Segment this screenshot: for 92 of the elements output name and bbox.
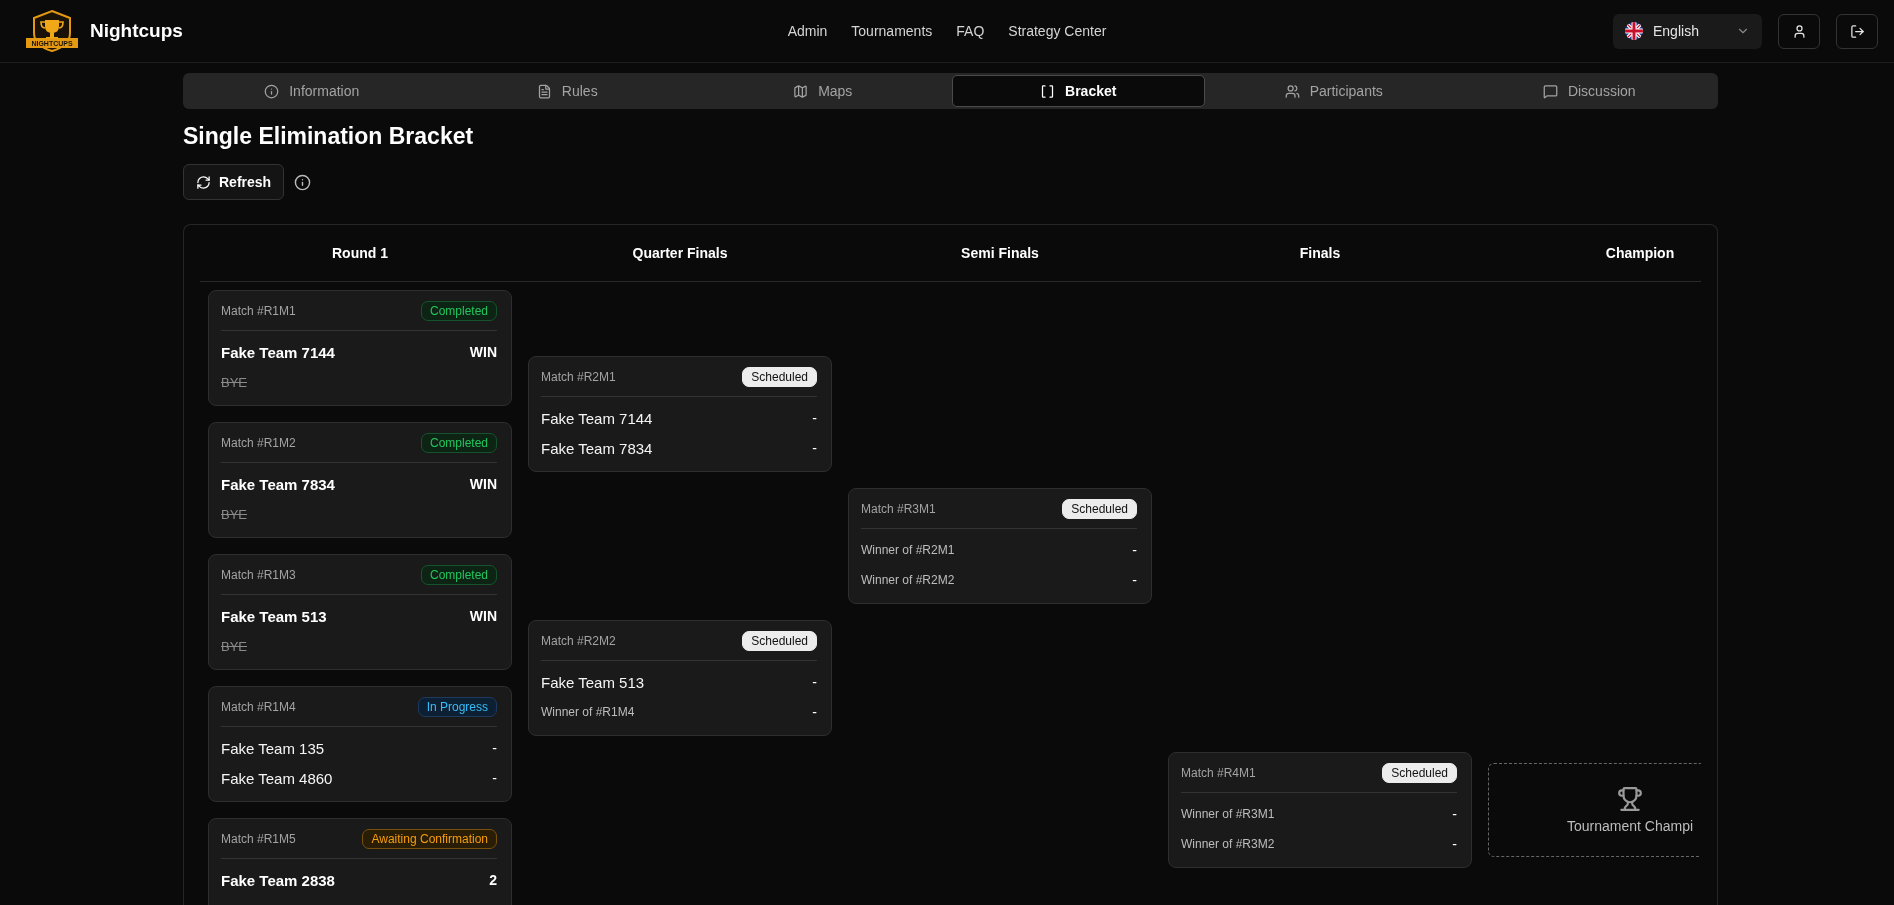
team-score: - bbox=[812, 410, 817, 426]
tab[interactable]: Bracket bbox=[951, 75, 1205, 107]
match-id: Match #R2M1 bbox=[541, 369, 616, 384]
status-badge: Scheduled bbox=[1382, 762, 1457, 783]
match-card[interactable]: Match #R2M2 Scheduled Fake Team 513 - Winner of #R1M4 - bbox=[528, 620, 832, 736]
match-card[interactable]: Match #R2M1 Scheduled Fake Team 7144 - Fake Team 7834 - bbox=[528, 356, 832, 472]
tab[interactable]: Maps bbox=[696, 75, 950, 107]
status-badge: Scheduled bbox=[742, 630, 817, 651]
team-score: WIN bbox=[469, 344, 497, 360]
team-name: BYE bbox=[221, 374, 247, 390]
team-score: - bbox=[812, 704, 817, 720]
team-name: Fake Team 513 bbox=[221, 607, 327, 625]
status-badge: Scheduled bbox=[1062, 498, 1137, 519]
champion-label: Tournament Champi bbox=[1567, 818, 1694, 834]
language-select[interactable]: English bbox=[1613, 13, 1762, 49]
match-card[interactable]: Match #R1M2 Completed Fake Team 7834 WIN BYE bbox=[208, 422, 512, 538]
tab[interactable]: Discussion bbox=[1462, 75, 1716, 107]
nav-link[interactable]: Admin bbox=[787, 23, 828, 39]
team-score: 2 bbox=[489, 872, 497, 888]
team-score: - bbox=[1452, 836, 1457, 852]
match-id: Match #R2M2 bbox=[541, 633, 616, 648]
team-name: Fake Team 7834 bbox=[541, 439, 653, 457]
match-card[interactable]: Match #R3M1 Scheduled Winner of #R2M1 - Winner of #R2M2 - bbox=[848, 488, 1152, 604]
team-name: Winner of #R2M1 bbox=[861, 543, 955, 557]
match-id: Match #R1M5 bbox=[221, 831, 296, 846]
team-name: BYE bbox=[221, 506, 247, 522]
team-score: - bbox=[812, 674, 817, 690]
page-title: Single Elimination Bracket bbox=[183, 123, 475, 150]
match-id: Match #R3M1 bbox=[861, 501, 936, 516]
profile-button[interactable] bbox=[1778, 13, 1820, 49]
team-score: - bbox=[492, 770, 497, 786]
team-name: Fake Team 7144 bbox=[541, 409, 653, 427]
team-name: Winner of #R1M4 bbox=[541, 705, 635, 719]
team-name: Winner of #R3M2 bbox=[1181, 837, 1275, 851]
round-heading: Round 1 bbox=[332, 245, 388, 261]
match-card[interactable]: Match #R1M3 Completed Fake Team 513 WIN BYE bbox=[208, 554, 512, 670]
team-score: WIN bbox=[469, 608, 497, 624]
nav-link[interactable]: FAQ bbox=[956, 23, 985, 39]
nav-link[interactable]: Tournaments bbox=[851, 23, 933, 39]
logout-icon bbox=[1849, 23, 1865, 39]
match-card[interactable]: Match #R1M4 In Progress Fake Team 135 - Fake Team 4860 - bbox=[208, 686, 512, 802]
team-score: - bbox=[1132, 572, 1137, 588]
brackets-icon bbox=[1040, 83, 1056, 99]
team-name: Winner of #R2M2 bbox=[861, 573, 955, 587]
status-badge: Completed bbox=[420, 564, 497, 585]
team-name: BYE bbox=[221, 638, 247, 654]
team-score: - bbox=[812, 440, 817, 456]
match-card[interactable]: Match #R4M1 Scheduled Winner of #R3M1 - Winner of #R3M2 - bbox=[1168, 752, 1472, 868]
team-score: - bbox=[492, 740, 497, 756]
team-name: Fake Team 513 bbox=[541, 673, 645, 691]
team-score: - bbox=[1132, 542, 1137, 558]
match-id: Match #R1M4 bbox=[221, 699, 296, 714]
users-icon bbox=[1284, 83, 1300, 99]
trophy-icon bbox=[1617, 786, 1644, 812]
round-heading: Finals bbox=[1299, 245, 1341, 261]
team-name: Fake Team 7144 bbox=[221, 343, 335, 361]
chat-bubble-icon bbox=[1542, 83, 1558, 99]
round-heading: Quarter Finals bbox=[632, 245, 728, 261]
team-name: Winner of #R3M1 bbox=[1181, 807, 1275, 821]
map-icon bbox=[793, 83, 809, 99]
refresh-icon bbox=[196, 174, 211, 190]
team-score: WIN bbox=[469, 476, 497, 492]
team-name: Fake Team 4860 bbox=[221, 769, 333, 787]
tab[interactable]: Rules bbox=[440, 75, 694, 107]
team-name: Fake Team 2838 bbox=[221, 871, 335, 889]
match-id: Match #R1M1 bbox=[221, 303, 296, 318]
status-badge: Scheduled bbox=[742, 366, 817, 387]
status-badge: Completed bbox=[420, 300, 497, 321]
match-id: Match #R1M3 bbox=[221, 567, 296, 582]
brand-name[interactable]: Nightcups bbox=[90, 20, 183, 42]
team-name: Fake Team 135 bbox=[221, 739, 325, 757]
refresh-button[interactable]: Refresh bbox=[183, 164, 285, 200]
team-score: - bbox=[1452, 806, 1457, 822]
status-badge: In Progress bbox=[417, 696, 497, 717]
match-id: Match #R1M2 bbox=[221, 435, 296, 450]
tab[interactable]: Information bbox=[185, 75, 439, 107]
status-badge: Completed bbox=[420, 432, 497, 453]
info-icon[interactable] bbox=[294, 173, 312, 191]
document-icon bbox=[536, 83, 552, 99]
team-name: Fake Team 7834 bbox=[221, 475, 335, 493]
nav-link[interactable]: Strategy Center bbox=[1008, 23, 1107, 39]
match-id: Match #R4M1 bbox=[1181, 765, 1256, 780]
round-heading: Champion bbox=[1605, 245, 1675, 261]
match-card[interactable]: Match #R1M5 Awaiting Confirmation Fake Team 2838 2 bbox=[208, 818, 512, 905]
info-icon bbox=[264, 83, 280, 99]
logout-button[interactable] bbox=[1836, 13, 1878, 49]
user-icon bbox=[1791, 23, 1807, 39]
uk-flag-icon bbox=[1625, 22, 1643, 40]
tab[interactable]: Participants bbox=[1207, 75, 1461, 107]
match-card[interactable]: Match #R1M1 Completed Fake Team 7144 WIN BYE bbox=[208, 290, 512, 406]
status-badge: Awaiting Confirmation bbox=[362, 828, 497, 849]
round-heading: Semi Finals bbox=[961, 245, 1039, 261]
